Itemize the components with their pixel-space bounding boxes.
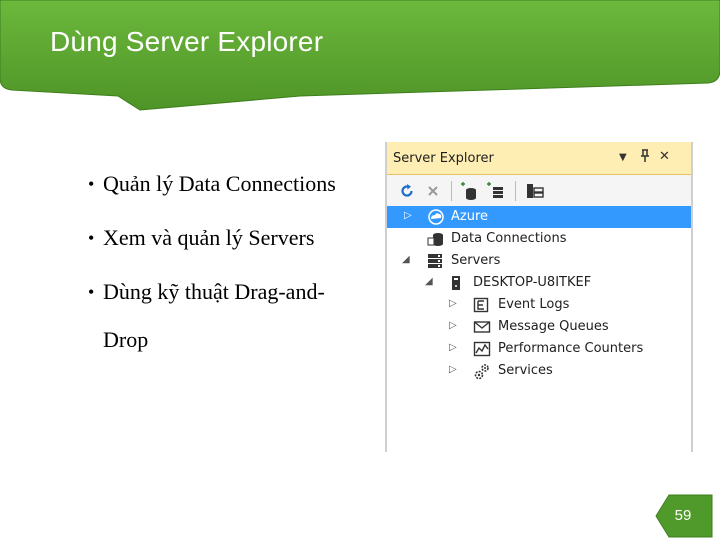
server-explorer-panel: Server Explorer ▼ ✕ ▷ Azure Data Connect… [385,142,693,452]
tree-item-servers[interactable]: ◢ Servers [387,250,691,272]
expand-arrow-icon[interactable]: ▷ [449,364,457,375]
expand-arrow-icon[interactable]: ▷ [449,320,457,331]
stop-icon[interactable] [423,182,443,200]
tree-item-event-logs[interactable]: ▷ Event Logs [387,294,691,316]
server-explorer-toolbar [387,175,691,208]
collapse-arrow-icon[interactable]: ◢ [425,276,433,287]
tree-item-label: Servers [451,253,501,268]
tree-item-label: Data Connections [451,231,567,246]
page-title: Dùng Server Explorer [50,26,324,57]
title-banner: Dùng Server Explorer [0,0,720,112]
tree-item-label: Message Queues [498,319,609,334]
connect-to-database-icon[interactable] [459,182,479,200]
tree-item-data-connections[interactable]: Data Connections [387,228,691,250]
toolbar-separator [515,181,516,201]
expand-arrow-icon[interactable]: ▷ [449,342,457,353]
bullet-item: Dùng kỹ thuật Drag-and- [88,268,388,316]
connect-to-server-icon[interactable] [485,182,505,200]
tree-item-message-queues[interactable]: ▷ Message Queues [387,316,691,338]
panel-title: Server Explorer [393,151,494,166]
tree-item-desktop[interactable]: ◢ DESKTOP-U8ITKEF [387,272,691,294]
tree-item-label: Services [498,363,553,378]
expand-arrow-icon[interactable]: ▷ [404,210,412,221]
event-log-icon [473,297,489,313]
tree-item-label: Performance Counters [498,341,644,356]
tree-item-label: Event Logs [498,297,570,312]
bullet-item: Quản lý Data Connections [88,160,388,208]
bullet-item: Xem và quản lý Servers [88,214,388,262]
message-queue-icon [473,319,491,335]
computer-icon [450,275,466,291]
server-explorer-titlebar: Server Explorer ▼ ✕ [387,142,691,175]
azure-cloud-icon [427,209,444,225]
services-gear-icon [473,363,489,380]
tree-item-performance-counters[interactable]: ▷ Performance Counters [387,338,691,360]
bullet-continuation: Drop [103,327,149,352]
collapse-arrow-icon[interactable]: ◢ [402,254,410,265]
close-icon[interactable]: ✕ [659,149,670,164]
servers-icon [427,253,443,269]
pin-icon[interactable] [639,149,651,167]
connect-to-sharepoint-icon[interactable] [525,182,545,200]
tree-item-services[interactable]: ▷ Services [387,360,691,382]
dropdown-arrow-icon[interactable]: ▼ [619,152,627,163]
page-number: 59 [674,507,692,524]
toolbar-separator [451,181,452,201]
refresh-icon[interactable] [397,182,417,200]
tree-item-label: DESKTOP-U8ITKEF [473,275,592,290]
bullet-list: Quản lý Data Connections Xem và quản lý … [88,160,388,364]
expand-arrow-icon[interactable]: ▷ [449,298,457,309]
database-icon [427,231,443,247]
performance-counter-icon [473,341,491,357]
tree-item-azure[interactable]: ▷ Azure [387,206,691,228]
tree-item-label: Azure [451,209,489,224]
